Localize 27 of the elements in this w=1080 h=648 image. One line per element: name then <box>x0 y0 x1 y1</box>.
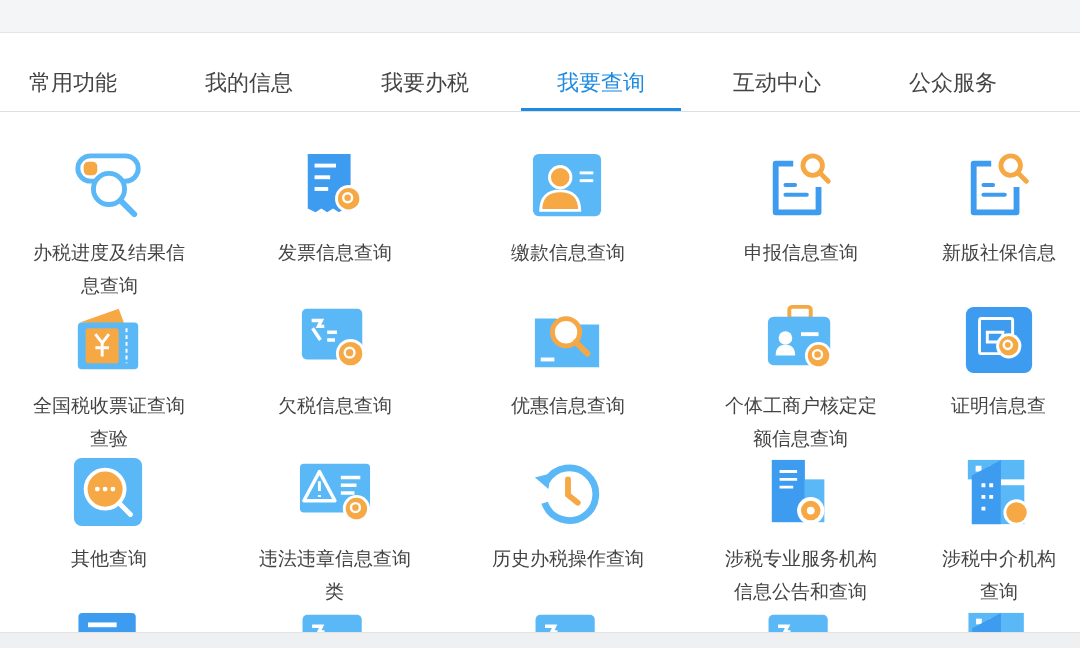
function-label[interactable]: 信息公告和查询 <box>734 575 867 608</box>
function-label[interactable]: 涉税专业服务机构 <box>724 542 877 575</box>
function-label[interactable]: 办税进度及结果信 <box>33 236 185 269</box>
function-label[interactable]: 查询 <box>979 575 1018 608</box>
nav-tab[interactable]: 我要查询 <box>521 33 681 111</box>
function-label[interactable]: 缴款信息查询 <box>510 236 625 269</box>
function-label[interactable]: 发票信息查询 <box>277 236 392 269</box>
function-label[interactable]: 息查询 <box>80 269 138 302</box>
function-label[interactable]: 申报信息查询 <box>743 236 858 269</box>
nav-tab[interactable]: 公众服务 <box>873 33 1033 111</box>
function-label[interactable]: 违法违章信息查询 <box>258 542 411 575</box>
nav-tab[interactable]: 我的信息 <box>169 33 329 111</box>
function-label[interactable]: 类 <box>325 575 344 608</box>
function-label[interactable]: 涉税中介机构 <box>941 542 1056 575</box>
function-label[interactable]: 全国税收票证查询 <box>33 389 185 422</box>
function-label[interactable]: 证明信息查 <box>951 389 1046 422</box>
function-label[interactable]: 优惠信息查询 <box>510 389 625 422</box>
function-label[interactable]: 新版社保信息 <box>941 236 1056 269</box>
nav-tab[interactable]: 我要办税 <box>345 33 505 111</box>
function-label[interactable]: 欠税信息查询 <box>277 389 392 422</box>
function-label[interactable]: 额信息查询 <box>753 422 848 455</box>
function-label[interactable]: 查验 <box>90 422 128 455</box>
function-label[interactable]: 其他查询 <box>71 542 147 575</box>
function-label[interactable]: 个体工商户核定定 <box>724 389 877 422</box>
function-label[interactable]: 历史办税操作查询 <box>491 542 644 575</box>
nav-tab[interactable]: 常用功能 <box>0 33 153 111</box>
nav-tab[interactable]: 互动中心 <box>697 33 857 111</box>
